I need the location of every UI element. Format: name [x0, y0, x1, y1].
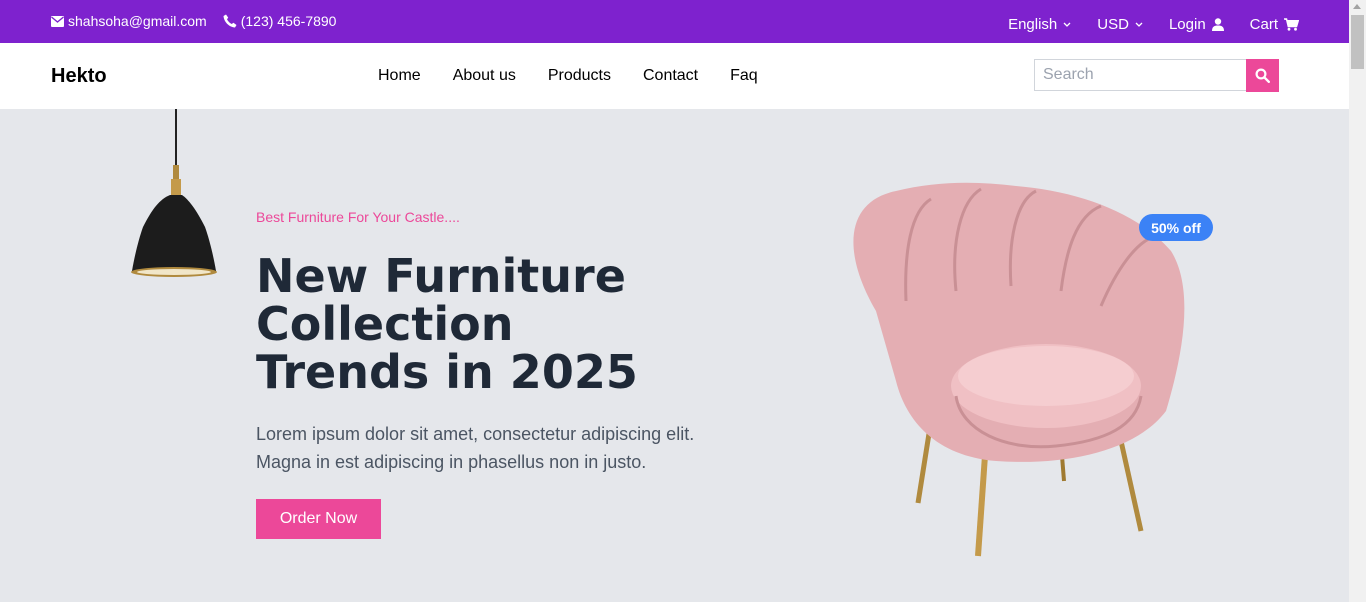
hero-section: Best Furniture For Your Castle.... New F… [0, 109, 1349, 602]
cart-label: Cart [1249, 16, 1278, 33]
language-label: English [1008, 16, 1058, 33]
scrollbar-thumb[interactable] [1351, 15, 1364, 69]
search-icon [1255, 68, 1270, 83]
nav-home[interactable]: Home [378, 67, 421, 85]
envelope-icon [51, 15, 64, 27]
hero-tagline: Best Furniture For Your Castle.... [256, 209, 460, 225]
nav-links: Home About us Products Contact Faq [378, 67, 790, 85]
description-line: Magna in est adipiscing in phasellus non… [256, 452, 647, 472]
top-bar: shahsoha@gmail.com (123) 456-7890 Englis… [0, 0, 1349, 43]
scroll-up-arrow-icon[interactable] [1353, 4, 1361, 9]
top-bar-actions: English USD Login Cart [982, 16, 1299, 33]
page: shahsoha@gmail.com (123) 456-7890 Englis… [0, 0, 1349, 602]
hero-description: Lorem ipsum dolor sit amet, consectetur … [256, 420, 726, 476]
currency-select[interactable]: USD [1097, 16, 1143, 33]
pendant-lamp-image [131, 109, 217, 277]
headline-line: New Furniture [256, 249, 626, 303]
headline-line: Collection [256, 297, 514, 351]
search-button[interactable] [1246, 59, 1279, 92]
contact-info: shahsoha@gmail.com (123) 456-7890 [51, 13, 352, 29]
search-bar [1034, 59, 1279, 93]
login-link[interactable]: Login [1169, 16, 1224, 33]
phone-contact[interactable]: (123) 456-7890 [223, 13, 337, 29]
cart-link[interactable]: Cart [1250, 16, 1299, 33]
brand-logo[interactable]: Hekto [51, 65, 107, 88]
email-text: shahsoha@gmail.com [68, 13, 207, 29]
phone-icon [223, 14, 237, 28]
search-input[interactable] [1034, 59, 1246, 91]
chevron-down-icon [1063, 22, 1071, 27]
nav-about-us[interactable]: About us [453, 67, 516, 85]
currency-label: USD [1097, 16, 1129, 33]
description-line: Lorem ipsum dolor sit amet, consectetur … [256, 424, 695, 444]
order-now-button[interactable]: Order Now [256, 499, 381, 539]
headline-line: Trends in 2025 [256, 345, 638, 399]
main-navbar: Hekto Home About us Products Contact Faq [0, 43, 1349, 109]
nav-contact[interactable]: Contact [643, 67, 698, 85]
language-select[interactable]: English [1008, 16, 1071, 33]
phone-text: (123) 456-7890 [240, 13, 337, 29]
pink-armchair-image [853, 182, 1185, 557]
nav-faq[interactable]: Faq [730, 67, 758, 85]
user-icon [1211, 18, 1224, 31]
discount-badge: 50% off [1139, 214, 1213, 241]
cart-icon [1284, 18, 1299, 31]
login-label: Login [1168, 16, 1206, 33]
chevron-down-icon [1135, 22, 1143, 27]
email-contact[interactable]: shahsoha@gmail.com [51, 13, 207, 29]
hero-headline: New Furniture Collection Trends in 2025 [256, 252, 696, 396]
nav-products[interactable]: Products [548, 67, 611, 85]
page-scrollbar[interactable] [1349, 0, 1366, 602]
